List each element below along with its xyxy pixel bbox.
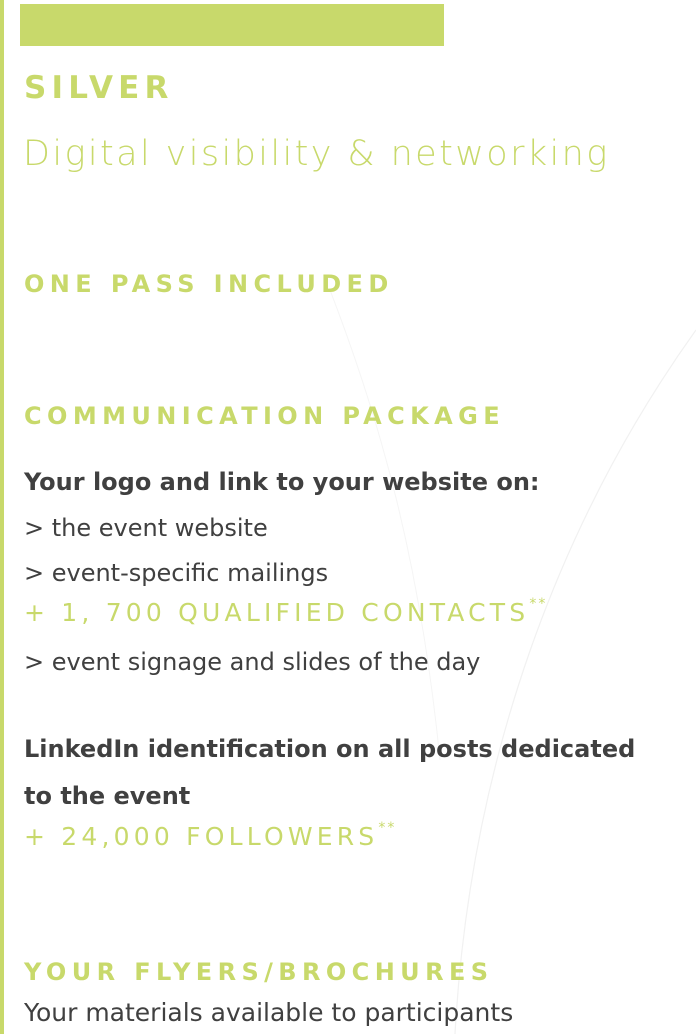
linkedin-followers-value: + 24,000 FOLLOWERS: [24, 822, 379, 851]
list-item-event-mailings: > event-specific mailings: [24, 559, 329, 587]
logo-intro-text: Your logo and link to your website on:: [24, 468, 540, 496]
tier-color-bar: [20, 4, 444, 46]
qualified-contacts-footnote-mark: **: [529, 596, 548, 612]
linkedin-followers-stat: + 24,000 FOLLOWERS**: [24, 820, 397, 851]
flyers-description: Your materials available to participants: [24, 998, 514, 1027]
tier-title: SILVER: [24, 70, 174, 106]
list-item-event-signage: > event signage and slides of the day: [24, 648, 481, 676]
left-accent-rule: [0, 0, 4, 1034]
qualified-contacts-stat: + 1, 700 QUALIFIED CONTACTS**: [24, 596, 548, 627]
section-heading-flyers: YOUR FLYERS/BROCHURES: [24, 958, 494, 986]
qualified-contacts-value: + 1, 700 QUALIFIED CONTACTS: [24, 598, 530, 627]
list-item-event-website: > the event website: [24, 514, 268, 542]
sponsorship-tier-page: SILVER Digital visibility & networking O…: [0, 0, 696, 1034]
linkedin-text-line-1: LinkedIn identification on all posts ded…: [24, 735, 636, 763]
linkedin-followers-footnote-mark: **: [378, 820, 397, 836]
section-heading-communication: COMMUNICATION PACKAGE: [24, 402, 505, 430]
section-heading-pass: ONE PASS INCLUDED: [24, 270, 394, 298]
tier-subtitle: Digital visibility & networking: [23, 134, 610, 174]
linkedin-text-line-2: to the event: [24, 782, 191, 810]
